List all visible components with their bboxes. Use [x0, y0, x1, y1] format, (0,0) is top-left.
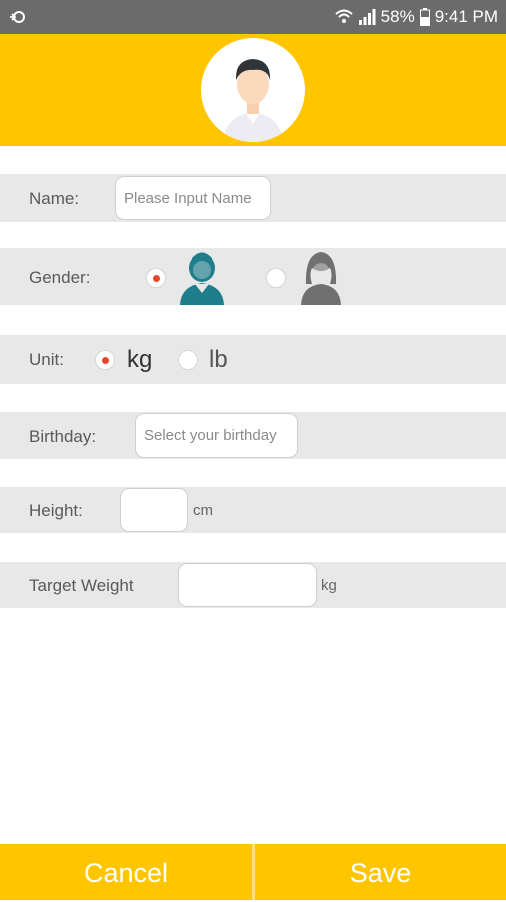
sync-icon — [10, 11, 25, 23]
signal-icon — [358, 9, 376, 25]
gender-female-radio[interactable] — [266, 268, 286, 288]
button-divider — [252, 844, 255, 900]
female-icon[interactable] — [297, 248, 345, 305]
status-bar: 58% 9:41 PM — [0, 0, 506, 34]
cancel-button[interactable]: Cancel — [0, 844, 252, 900]
unit-row: Unit: kg lb — [0, 335, 506, 384]
gender-male-radio[interactable] — [146, 268, 166, 288]
target-weight-input[interactable] — [178, 563, 317, 607]
unit-lb-label[interactable]: lb — [209, 346, 228, 374]
gender-label: Gender: — [29, 268, 91, 287]
name-row: Name: — [0, 174, 506, 222]
target-weight-row: Target Weight kg — [0, 562, 506, 608]
save-button[interactable]: Save — [255, 844, 506, 900]
battery-icon — [419, 8, 430, 26]
birthday-row: Birthday: — [0, 412, 506, 459]
height-row: Height: cm — [0, 487, 506, 533]
unit-label: Unit: — [29, 350, 64, 369]
unit-kg-label[interactable]: kg — [127, 346, 152, 374]
unit-lb-radio[interactable] — [178, 350, 198, 370]
target-weight-unit: kg — [321, 577, 337, 594]
name-label: Name: — [29, 189, 80, 208]
height-unit: cm — [193, 502, 213, 519]
birthday-label: Birthday: — [29, 427, 97, 446]
unit-kg-radio[interactable] — [95, 350, 115, 370]
gender-row: Gender: — [0, 248, 506, 305]
clock: 9:41 PM — [434, 7, 498, 26]
target-weight-label: Target Weight — [29, 576, 134, 595]
wifi-icon — [334, 9, 353, 23]
height-input[interactable] — [120, 488, 188, 532]
male-icon[interactable] — [178, 248, 226, 305]
height-label: Height: — [29, 501, 83, 520]
name-input[interactable] — [115, 176, 271, 220]
birthday-input[interactable] — [135, 413, 298, 458]
battery-percent: 58% — [380, 7, 415, 26]
male-avatar-icon[interactable] — [201, 38, 305, 142]
